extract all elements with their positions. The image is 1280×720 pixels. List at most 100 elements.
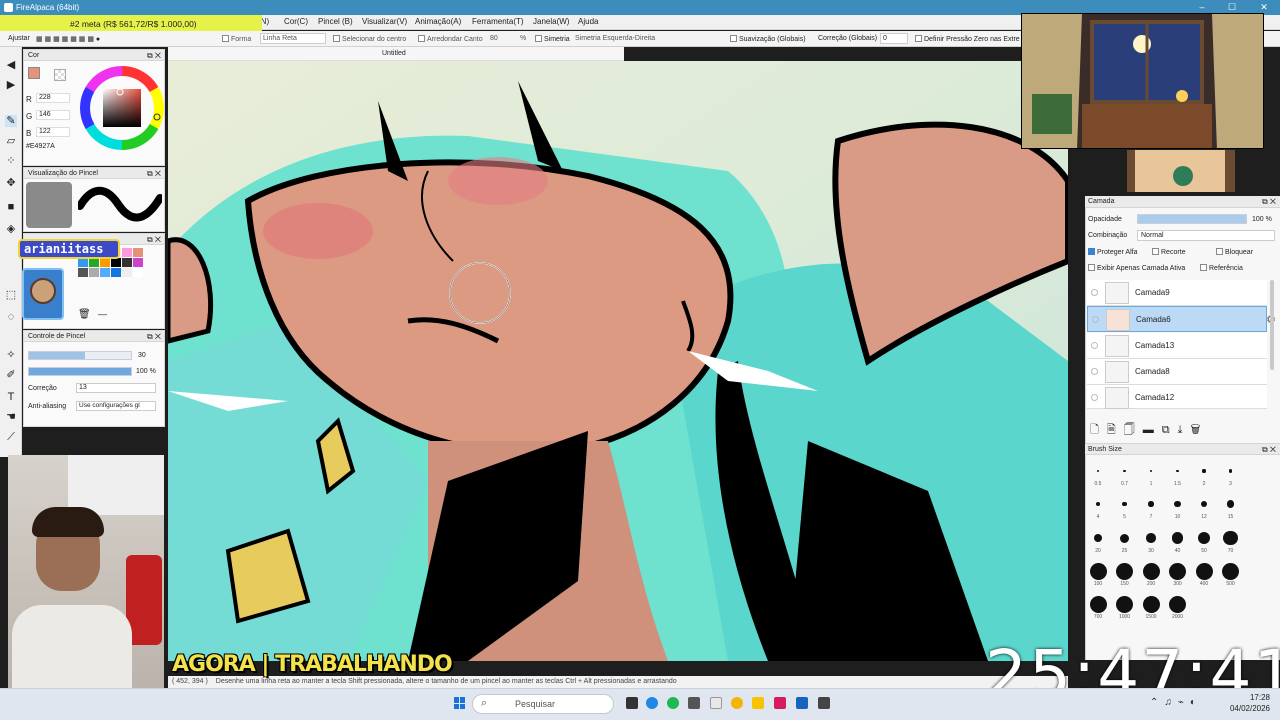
brush-size-dot[interactable] xyxy=(1148,501,1154,507)
smoothing-checkbox[interactable]: Suavização (Globais) xyxy=(730,35,806,43)
brush-size-dot[interactable] xyxy=(1089,562,1107,580)
antialias-select[interactable]: Use configurações gl xyxy=(76,401,156,411)
brush-opacity-slider[interactable] xyxy=(28,367,132,376)
app-icon-10[interactable] xyxy=(818,697,830,709)
brush-size-dot[interactable] xyxy=(1222,562,1239,580)
close-icon[interactable]: ⧉ ✕ xyxy=(147,169,161,179)
reference-checkbox[interactable]: Referência xyxy=(1200,264,1243,272)
close-icon[interactable]: ⧉ ✕ xyxy=(147,332,161,342)
visibility-icon[interactable] xyxy=(1091,289,1098,296)
menu-dash-icon[interactable]: — xyxy=(98,309,107,319)
layer-row[interactable]: Camada8 xyxy=(1087,359,1267,385)
visibility-icon[interactable] xyxy=(1091,394,1098,401)
menu-item-animation[interactable]: Animação(A) xyxy=(415,17,461,26)
b-value-field[interactable]: 122 xyxy=(36,127,70,137)
close-icon[interactable]: ⧉ ✕ xyxy=(1262,197,1276,207)
brush-tool-icon[interactable]: ✎ xyxy=(5,115,17,127)
brush-size-dot[interactable] xyxy=(1171,532,1184,544)
menu-item-window[interactable]: Janela(W) xyxy=(533,17,569,26)
new-folder-icon[interactable]: ▬ xyxy=(1143,424,1162,436)
explorer-icon[interactable] xyxy=(752,697,764,709)
edge-icon[interactable] xyxy=(646,697,658,709)
delete-layer-icon[interactable]: 🗑 xyxy=(1190,424,1208,436)
new-layer-icon[interactable]: 🗋 xyxy=(1090,424,1107,436)
brush-size-dot[interactable] xyxy=(1169,595,1186,613)
brush-size-dot[interactable] xyxy=(1146,533,1156,543)
bucket-tool-icon[interactable]: ◈ xyxy=(5,223,17,235)
brush-size-dot[interactable] xyxy=(1142,595,1160,613)
brush-size-dot[interactable] xyxy=(1174,500,1181,508)
correction-select[interactable]: 13 xyxy=(76,383,156,393)
move-tool-icon[interactable]: ✥ xyxy=(5,177,17,189)
close-icon[interactable]: ⧉ ✕ xyxy=(147,235,161,245)
layer-list-scrollbar[interactable] xyxy=(1270,280,1274,370)
fill-rect-icon[interactable]: ■ xyxy=(5,201,17,213)
secondary-color-swatch[interactable] xyxy=(54,69,66,81)
system-tray-icons[interactable]: ⌃♫⌁◐ xyxy=(1150,697,1202,708)
visibility-icon[interactable] xyxy=(1091,368,1098,375)
taskbar-search[interactable]: ⌕ Pesquisar xyxy=(472,694,614,714)
brush-size-dot[interactable] xyxy=(1195,562,1213,580)
new-layer-8bit-icon[interactable]: 🗎 xyxy=(1107,424,1124,436)
merge-down-icon[interactable]: ⤓ xyxy=(1178,424,1191,436)
brush-size-dot[interactable] xyxy=(1116,562,1133,580)
zero-pressure-checkbox[interactable]: Definir Pressão Zero nas Extre xyxy=(915,35,1020,43)
select-tool-icon[interactable]: ⬚ xyxy=(5,289,17,301)
brush-size-dot[interactable] xyxy=(1122,501,1127,507)
adjust-button[interactable]: Ajustar xyxy=(8,35,30,42)
brush-size-dot[interactable] xyxy=(1226,500,1235,508)
layer-row[interactable]: Camada12 xyxy=(1087,385,1267,409)
duplicate-layer-icon[interactable]: ⧉ xyxy=(1162,424,1178,436)
collapse-left-icon[interactable]: ◀ xyxy=(5,59,17,71)
brush-size-dot[interactable] xyxy=(1142,562,1160,580)
color-wheel[interactable] xyxy=(79,65,165,151)
dot-tool-icon[interactable]: ⁘ xyxy=(5,155,17,167)
select-from-center-checkbox[interactable]: Selecionar do centro xyxy=(333,35,406,43)
visibility-icon[interactable] xyxy=(1092,316,1099,323)
magic-wand-icon[interactable]: ✧ xyxy=(5,349,17,361)
menu-item-help[interactable]: Ajuda xyxy=(578,17,598,26)
toolbar-icons[interactable]: ▦ ▦ ▦ ▦ ▦ ▦ ▦ ● xyxy=(36,35,100,43)
blend-select[interactable]: Normal xyxy=(1137,230,1275,241)
delete-icon[interactable]: 🗑 xyxy=(78,309,91,320)
text-tool-icon[interactable]: T xyxy=(5,391,17,403)
close-icon[interactable]: ⧉ ✕ xyxy=(147,51,161,61)
task-view-icon[interactable] xyxy=(626,697,638,709)
brush-size-slider[interactable] xyxy=(28,351,132,360)
layer-row[interactable]: Camada9 xyxy=(1087,280,1267,306)
spotify-icon[interactable] xyxy=(667,697,679,709)
select-pen-icon[interactable]: ✐ xyxy=(5,369,17,381)
firealpaca-taskbar-icon[interactable] xyxy=(710,697,722,709)
g-value-field[interactable]: 146 xyxy=(36,110,70,120)
start-button[interactable] xyxy=(454,697,466,709)
document-tab[interactable]: Untitled xyxy=(168,47,624,61)
shape-select[interactable]: Linha Reta xyxy=(260,33,326,44)
visibility-icon[interactable] xyxy=(1091,342,1098,349)
round-corner-checkbox[interactable]: Arredondar Canto xyxy=(418,35,483,43)
primary-color-swatch[interactable] xyxy=(28,67,40,79)
brush-size-dot[interactable] xyxy=(1123,469,1126,473)
menu-item-view[interactable]: Visualizar(V) xyxy=(362,17,407,26)
brush-size-dot[interactable] xyxy=(1116,595,1133,613)
correction-select[interactable]: 0 xyxy=(880,33,908,44)
tray-clock[interactable]: 17:28 04/02/2026 xyxy=(1224,692,1270,714)
clipping-checkbox[interactable]: Recorte xyxy=(1152,248,1186,256)
hex-value[interactable]: #E4927A xyxy=(26,143,55,150)
lasso-tool-icon[interactable]: ◌ xyxy=(5,311,17,323)
show-active-only-checkbox[interactable]: Exibir Apenas Camada Ativa xyxy=(1088,264,1185,272)
eyedropper-tool-icon[interactable]: ⟋ xyxy=(5,431,17,443)
app-icon-4[interactable] xyxy=(688,697,700,709)
brush-size-dot[interactable] xyxy=(1169,562,1186,580)
r-value-field[interactable]: 228 xyxy=(36,93,70,103)
brush-size-dot[interactable] xyxy=(1223,530,1238,546)
layer-actions[interactable]: 🗋🗎🗍▬⧉⤓🗑 xyxy=(1090,421,1208,440)
menu-item-brush[interactable]: Pincel (B) xyxy=(318,17,353,26)
protect-alpha-checkbox[interactable]: Proteger Alfa xyxy=(1088,248,1137,256)
brush-size-dot[interactable] xyxy=(1202,469,1206,473)
layer-row[interactable]: Camada13 xyxy=(1087,333,1267,359)
hand-tool-icon[interactable]: ☚ xyxy=(5,411,17,423)
round-corner-value[interactable]: 80 xyxy=(490,35,498,42)
expand-right-icon[interactable]: ▶ xyxy=(5,79,17,91)
symmetry-checkbox[interactable]: Simetria xyxy=(535,35,570,43)
menu-item-color[interactable]: Cor(C) xyxy=(284,17,308,26)
